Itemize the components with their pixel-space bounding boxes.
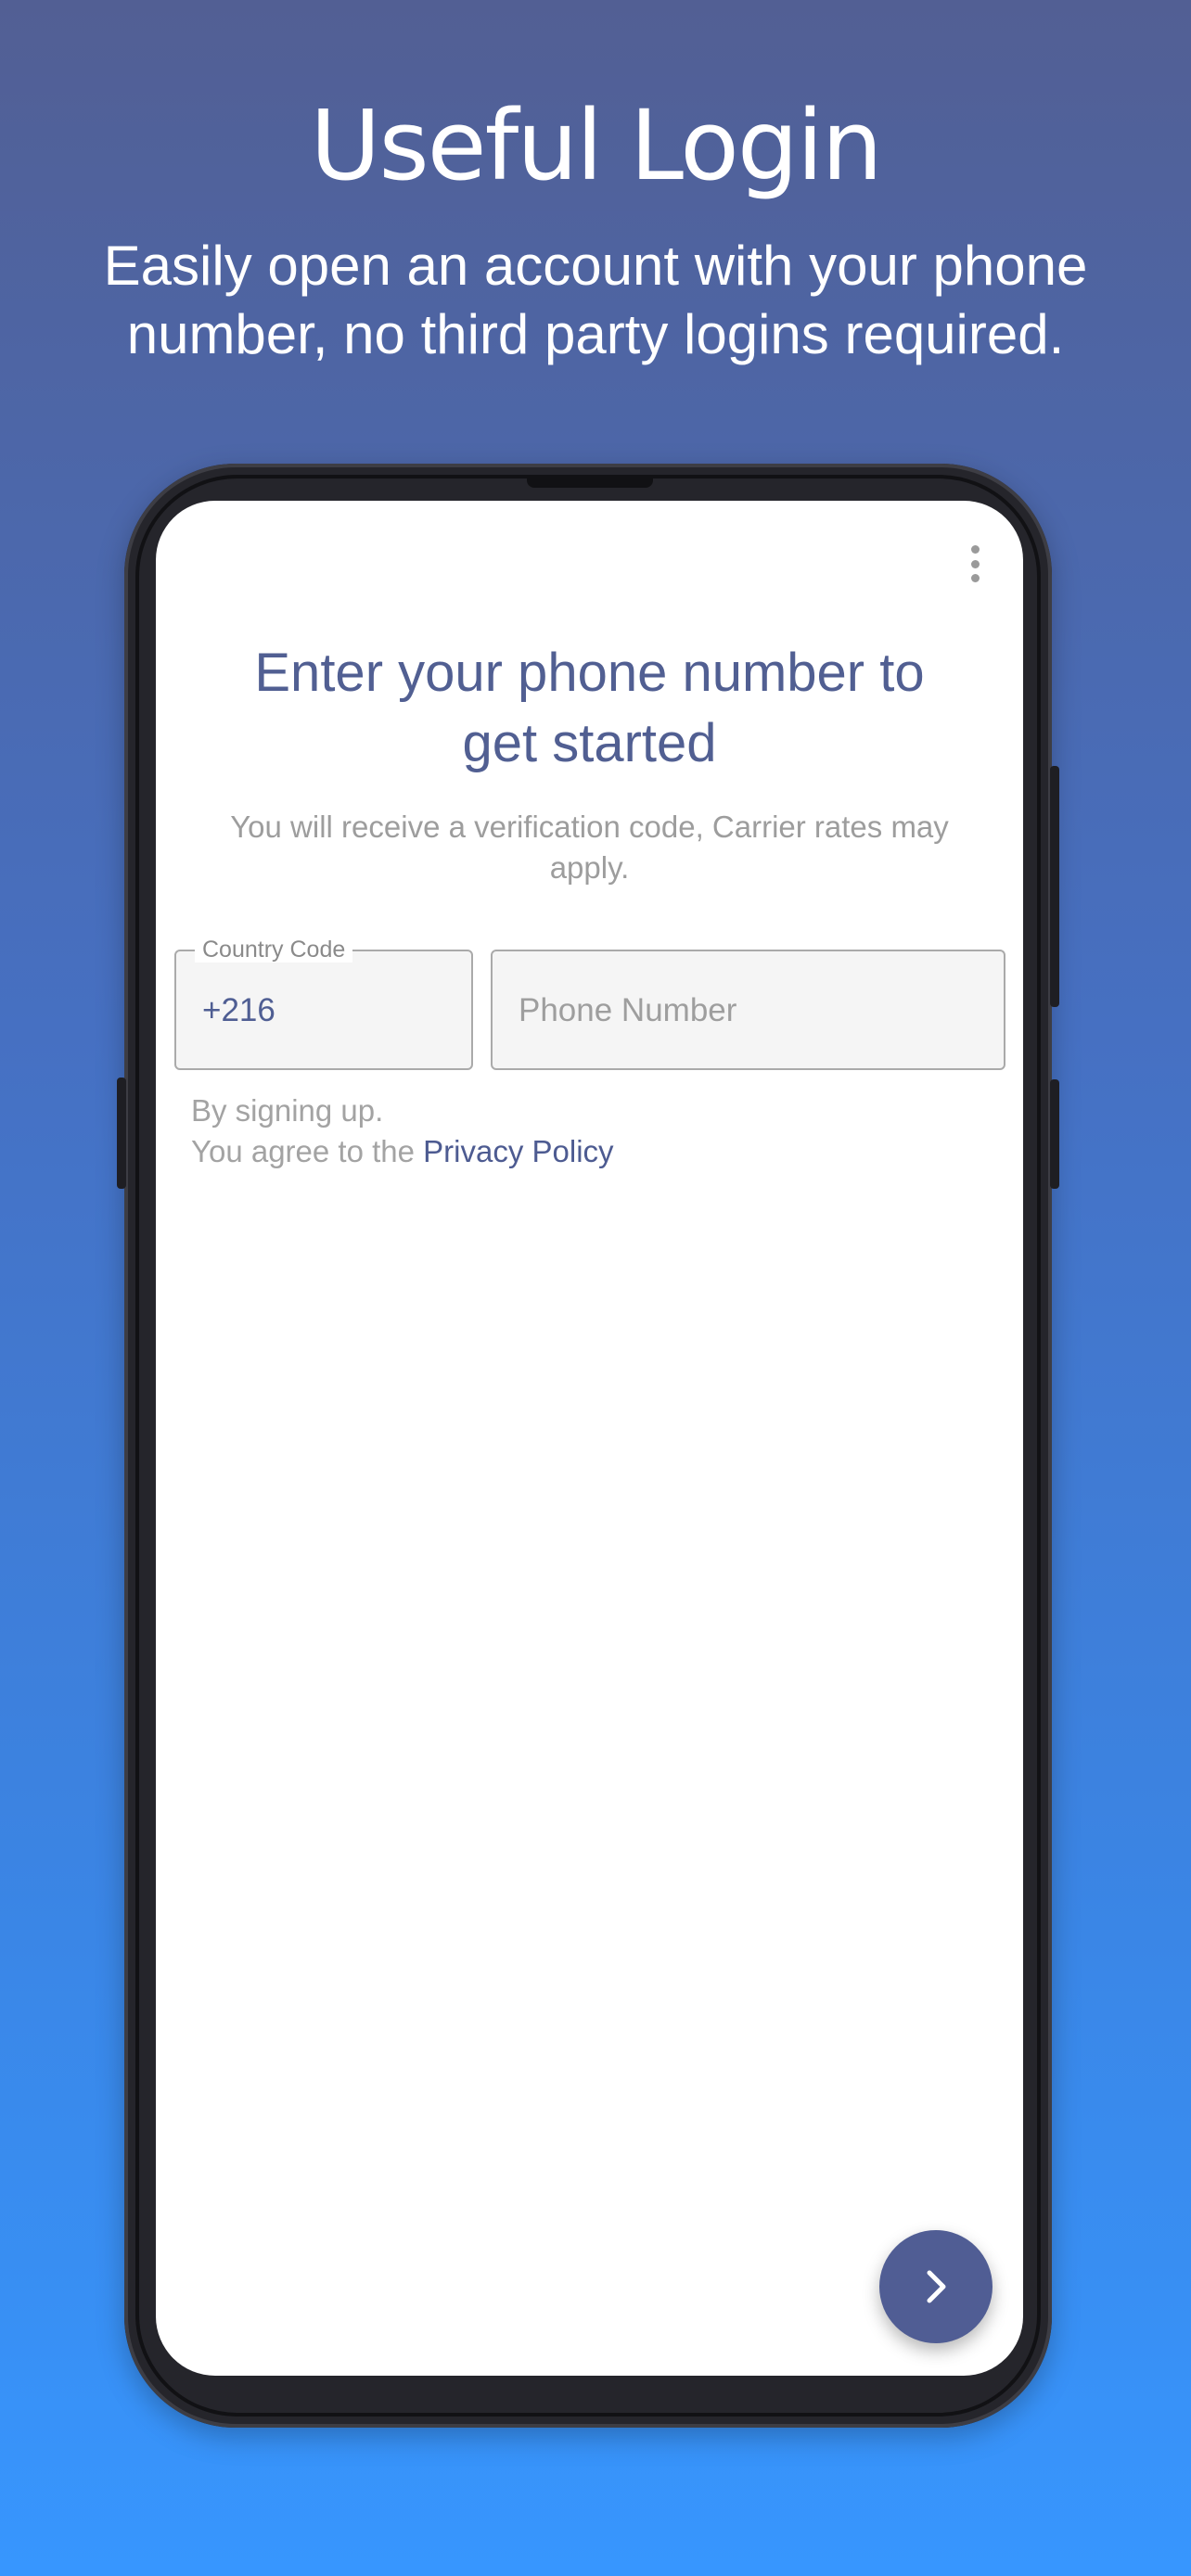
phone-notch: [527, 478, 653, 488]
phone-number-field[interactable]: Phone Number: [491, 950, 1005, 1070]
next-button[interactable]: [879, 2230, 992, 2343]
more-vert-icon[interactable]: [961, 542, 989, 586]
phone-screen: Enter your phone number to get started Y…: [156, 501, 1023, 2376]
promo-subheadline: Easily open an account with your phone n…: [103, 235, 1088, 365]
phone-number-placeholder: Phone Number: [519, 992, 737, 1028]
screen-subtitle: You will receive a verification code, Ca…: [230, 810, 949, 885]
phone-side-button: [1050, 766, 1059, 1007]
phone-side-button: [1050, 1079, 1059, 1189]
terms-line-1: By signing up.: [191, 1093, 384, 1128]
phone-side-button: [117, 1078, 126, 1189]
terms-prefix: You agree to the: [191, 1134, 415, 1168]
promo-headline: Useful Login: [310, 89, 882, 202]
terms-line-2: You agree to the Privacy Policy: [191, 1131, 614, 1172]
country-code-value: +216: [202, 992, 275, 1028]
terms-text: By signing up. You agree to the Privacy …: [191, 1090, 614, 1172]
screen-title: Enter your phone number to get started: [254, 643, 925, 773]
privacy-policy-link[interactable]: Privacy Policy: [423, 1134, 613, 1168]
country-code-label: Country Code: [195, 937, 353, 963]
chevron-right-icon: [927, 2270, 946, 2303]
country-code-field[interactable]: Country Code +216: [174, 937, 473, 1070]
